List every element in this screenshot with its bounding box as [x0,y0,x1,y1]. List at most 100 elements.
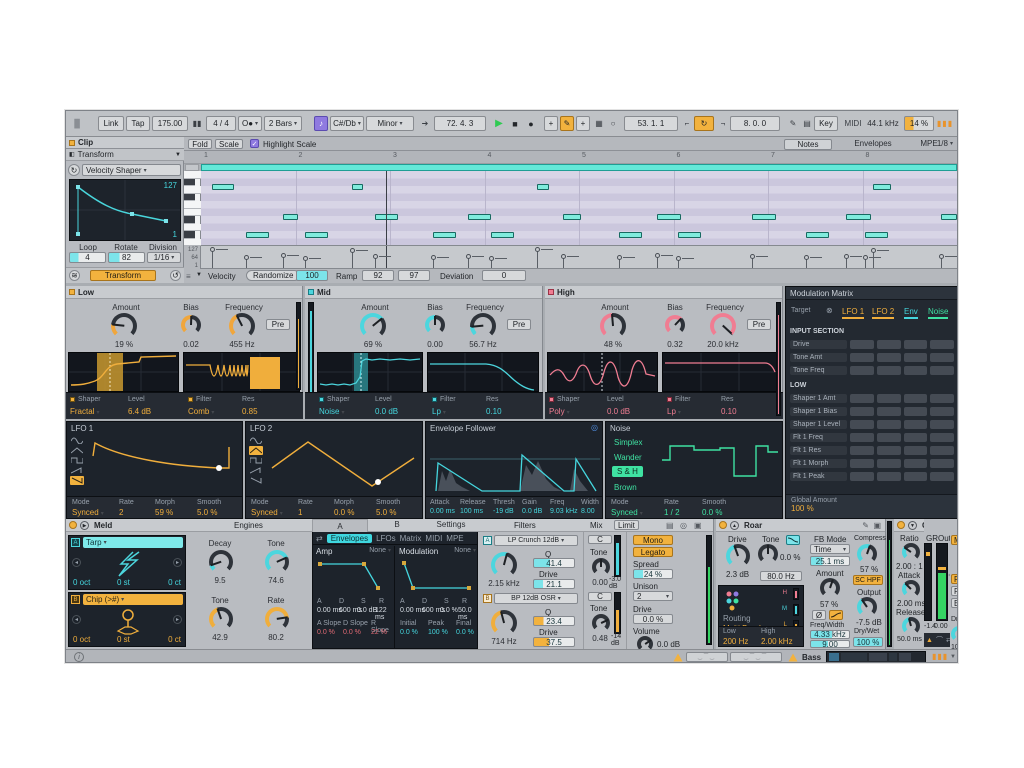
engine-b-oct[interactable]: 0 oct [73,635,90,644]
matrix-cell[interactable] [904,472,928,481]
lfo2-smooth[interactable]: 5.0 % [376,508,396,517]
meld-title-bar[interactable]: ▶ Meld Engines A B Settings Filters Mix … [66,519,713,532]
matrix-row-label[interactable]: Flt 1 Res [790,446,847,455]
tone-curve-icon[interactable] [786,535,800,545]
band-high-activator[interactable] [548,289,554,295]
filter-a-freq-knob[interactable] [491,552,517,578]
engine-b-left-arrow[interactable]: ◂ [72,615,81,624]
scale-icon[interactable]: ♪ [314,116,328,131]
matrix-cell[interactable] [877,446,901,455]
compress-knob[interactable] [857,544,877,564]
matrix-cell[interactable] [930,433,954,442]
matrix-row-label[interactable]: Shaper 1 Amt [790,394,847,403]
matrix-cell[interactable] [930,394,954,403]
punch-out-icon[interactable]: ¬ [716,116,730,131]
velocity-marker[interactable] [303,256,308,261]
amp-a-slope[interactable]: 0.0 % [317,629,335,636]
randomize-amount-field[interactable]: 100 [296,270,328,281]
matrix-cell[interactable] [904,433,928,442]
noise-type-brown[interactable]: Brown [614,483,637,492]
pan-b-field[interactable]: C [588,592,612,601]
midi-note[interactable] [433,232,456,238]
fb-amount-knob[interactable] [820,578,840,598]
pre-button[interactable]: Pre [747,319,771,330]
edit-icon[interactable]: ✎ [862,521,869,530]
square-wave-icon[interactable] [249,456,263,465]
velocity-stem[interactable] [873,251,874,268]
res-value[interactable]: 0.85 [242,407,258,416]
matrix-cell[interactable] [930,366,954,375]
saw-down-icon[interactable] [249,476,263,485]
shaper-type-selector[interactable]: Noise [319,407,344,416]
warning-icon[interactable] [789,653,798,661]
noise-mode[interactable]: Synced [611,508,643,517]
frequency-knob[interactable] [470,313,496,339]
loop-amount-field[interactable]: 4 [69,252,106,263]
link-button[interactable]: Link [98,116,124,131]
midi-note[interactable] [752,214,776,220]
menu-icon[interactable]: ≡ [952,116,958,131]
lane-chevron-icon[interactable]: ▼ [196,272,202,278]
metronome-icon[interactable]: ▮▮ [190,116,204,131]
mini-automation-strip[interactable]: ‿⁀‿ [686,652,728,662]
envf-gain[interactable]: 0.0 dB [522,508,542,515]
re-enable-automation-icon[interactable]: ○ [606,116,620,131]
matrix-cell[interactable] [850,366,874,375]
piano-key-white[interactable] [184,201,201,209]
knee-curve-icon[interactable]: ⌒ [936,635,943,645]
amp-release[interactable]: 122 ms [375,607,394,621]
engine-a-decay-knob[interactable] [209,550,233,574]
piano-key-white[interactable] [184,209,201,217]
envf-attack[interactable]: 0.00 ms [430,508,455,515]
tab-envelopes[interactable]: Envelopes [844,139,902,148]
ratio-knob[interactable] [902,543,920,561]
filter-type-selector[interactable]: Comb [188,407,214,416]
matrix-cell[interactable] [877,407,901,416]
fb-time-field[interactable]: 25.1 ms [810,556,850,566]
level-value[interactable]: 6.4 dB [128,407,151,416]
mod-release[interactable]: 50.0 ms [458,607,479,621]
mod-initial[interactable]: 0.0 % [400,629,418,636]
root-note-menu[interactable]: C#/Db [330,116,364,131]
mini-device-chain[interactable] [826,651,926,663]
session-record-icon[interactable]: ▦ [592,116,606,131]
roar-drywet-field[interactable]: 100 % [853,637,883,647]
matrix-cell[interactable] [877,340,901,349]
capture-midi-button[interactable]: + [576,116,590,131]
square-wave-icon[interactable] [70,456,84,465]
groove-menu[interactable]: O● [238,116,262,131]
engine-b-ct[interactable]: 0 ct [168,635,181,644]
matrix-col-lfo2[interactable]: LFO 2 [872,307,894,319]
record-button[interactable]: ● [524,116,538,131]
meld-tab-b[interactable]: B [372,520,422,529]
matrix-cell[interactable] [877,420,901,429]
shaper-type-selector[interactable]: Fractal [70,407,99,416]
midi-note[interactable] [283,214,298,220]
matrix-cell[interactable] [930,420,954,429]
mix-b-tone-knob[interactable] [592,614,610,632]
grid-setting[interactable]: 1/8 [937,139,953,148]
tempo-field[interactable]: 175.00 [152,116,188,131]
sine-wave-icon[interactable] [249,436,263,445]
matrix-cell[interactable] [904,366,928,375]
release-knob[interactable] [902,617,920,635]
mod-final[interactable]: 0.0 % [456,629,474,636]
division-selector[interactable]: 1/16 [147,252,181,263]
velocity-marker[interactable] [244,255,249,260]
midi-note[interactable] [873,184,891,190]
comp-drywet-knob[interactable] [951,626,958,642]
ruler-bar-number[interactable]: 1 [204,152,208,159]
note-roll[interactable] [201,171,957,246]
velocity-marker[interactable] [863,255,868,260]
velocity-stem[interactable] [537,250,538,268]
matrix-cell[interactable] [904,407,928,416]
velocity-marker[interactable] [210,247,215,252]
new-midi-button[interactable]: + [544,116,558,131]
band-low-header[interactable]: Low [66,286,302,299]
sc-hpf-button[interactable]: SC HPF [853,575,883,585]
matrix-cell[interactable] [850,446,874,455]
lfo1-smooth[interactable]: 5.0 % [197,508,217,517]
peak-button[interactable]: Peak [951,574,958,584]
beat-ruler[interactable]: 12345678 [184,151,958,164]
matrix-cell[interactable] [930,340,954,349]
